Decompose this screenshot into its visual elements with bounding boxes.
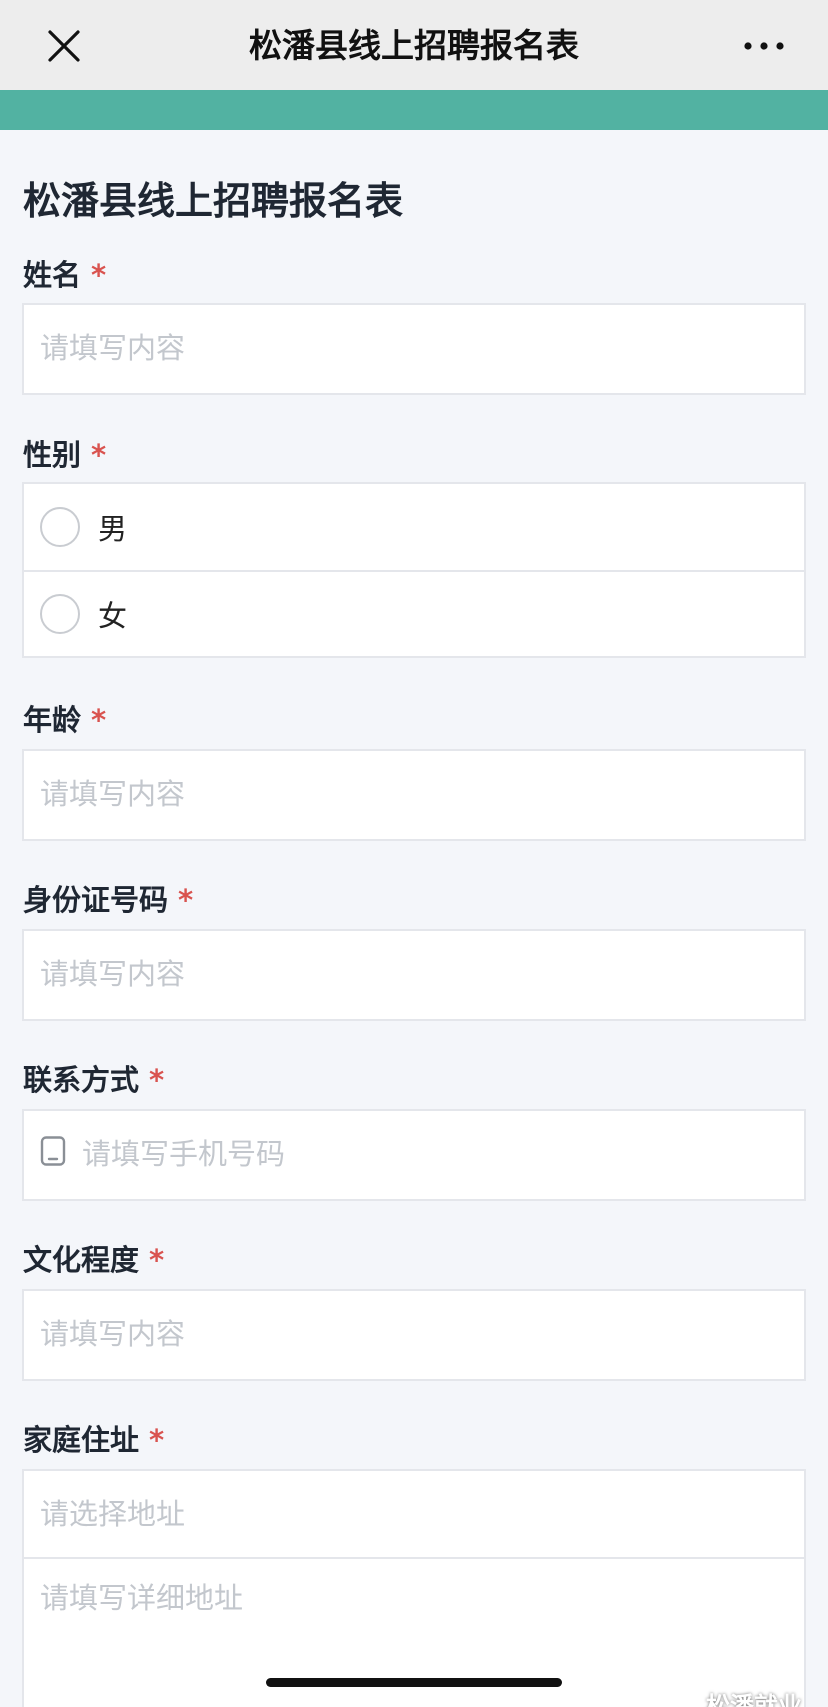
id-number-label-text: 身份证号码 xyxy=(23,883,169,917)
required-mark: * xyxy=(149,1423,165,1457)
id-number-input[interactable]: 请填写内容 xyxy=(24,931,804,1019)
contact-field[interactable]: 请填写手机号码 xyxy=(22,1109,806,1201)
education-field[interactable]: 请填写内容 xyxy=(22,1289,806,1381)
education-input[interactable]: 请填写内容 xyxy=(24,1291,804,1379)
name-label-text: 姓名 xyxy=(23,258,82,292)
phone-placeholder: 请填写手机号码 xyxy=(82,1137,286,1171)
age-label-text: 年龄 xyxy=(23,703,82,737)
name-input[interactable]: 请填写内容 xyxy=(24,305,804,393)
phone-input[interactable]: 请填写手机号码 xyxy=(24,1111,804,1199)
required-mark: * xyxy=(149,1063,165,1097)
gender-radio-group: 男 女 xyxy=(22,482,806,658)
age-label: 年龄 * xyxy=(23,697,106,739)
required-mark: * xyxy=(91,258,107,292)
gender-label-text: 性别 xyxy=(23,438,82,472)
navbar: 松潘县线上招聘报名表 xyxy=(0,0,828,90)
gender-label: 性别 * xyxy=(23,432,106,474)
form-title: 松潘县线上招聘报名表 xyxy=(23,179,404,223)
required-mark: * xyxy=(178,883,194,917)
address-field: 请选择地址 请填写详细地址 xyxy=(22,1469,806,1707)
wechat-icon xyxy=(665,1692,697,1707)
address-select[interactable]: 请选择地址 xyxy=(24,1471,804,1557)
required-mark: * xyxy=(91,703,107,737)
watermark: 松潘就业 xyxy=(664,1686,802,1707)
name-field[interactable]: 请填写内容 xyxy=(22,303,806,395)
contact-label-text: 联系方式 xyxy=(23,1063,140,1097)
more-icon[interactable] xyxy=(740,26,788,66)
accent-bar xyxy=(0,90,828,130)
gender-option-label: 女 xyxy=(98,599,128,633)
education-label: 文化程度 * xyxy=(23,1237,164,1279)
navbar-title: 松潘县线上招聘报名表 xyxy=(249,26,579,65)
watermark-text: 松潘就业 xyxy=(706,1692,802,1707)
contact-label: 联系方式 * xyxy=(23,1057,164,1099)
gender-option-male[interactable]: 男 xyxy=(24,484,804,570)
gender-option-label: 男 xyxy=(98,512,128,546)
id-number-field[interactable]: 请填写内容 xyxy=(22,929,806,1021)
radio-button[interactable] xyxy=(40,594,80,634)
phone-icon xyxy=(40,1113,66,1199)
age-field[interactable]: 请填写内容 xyxy=(22,749,806,841)
id-number-label: 身份证号码 * xyxy=(23,877,193,919)
required-mark: * xyxy=(91,438,107,472)
address-label: 家庭住址 * xyxy=(23,1417,164,1459)
name-label: 姓名 * xyxy=(23,252,106,294)
education-label-text: 文化程度 xyxy=(23,1243,140,1277)
radio-button[interactable] xyxy=(40,507,80,547)
home-indicator xyxy=(266,1678,562,1687)
required-mark: * xyxy=(149,1243,165,1277)
gender-option-female[interactable]: 女 xyxy=(24,570,804,656)
address-label-text: 家庭住址 xyxy=(23,1423,140,1457)
age-input[interactable]: 请填写内容 xyxy=(24,751,804,839)
